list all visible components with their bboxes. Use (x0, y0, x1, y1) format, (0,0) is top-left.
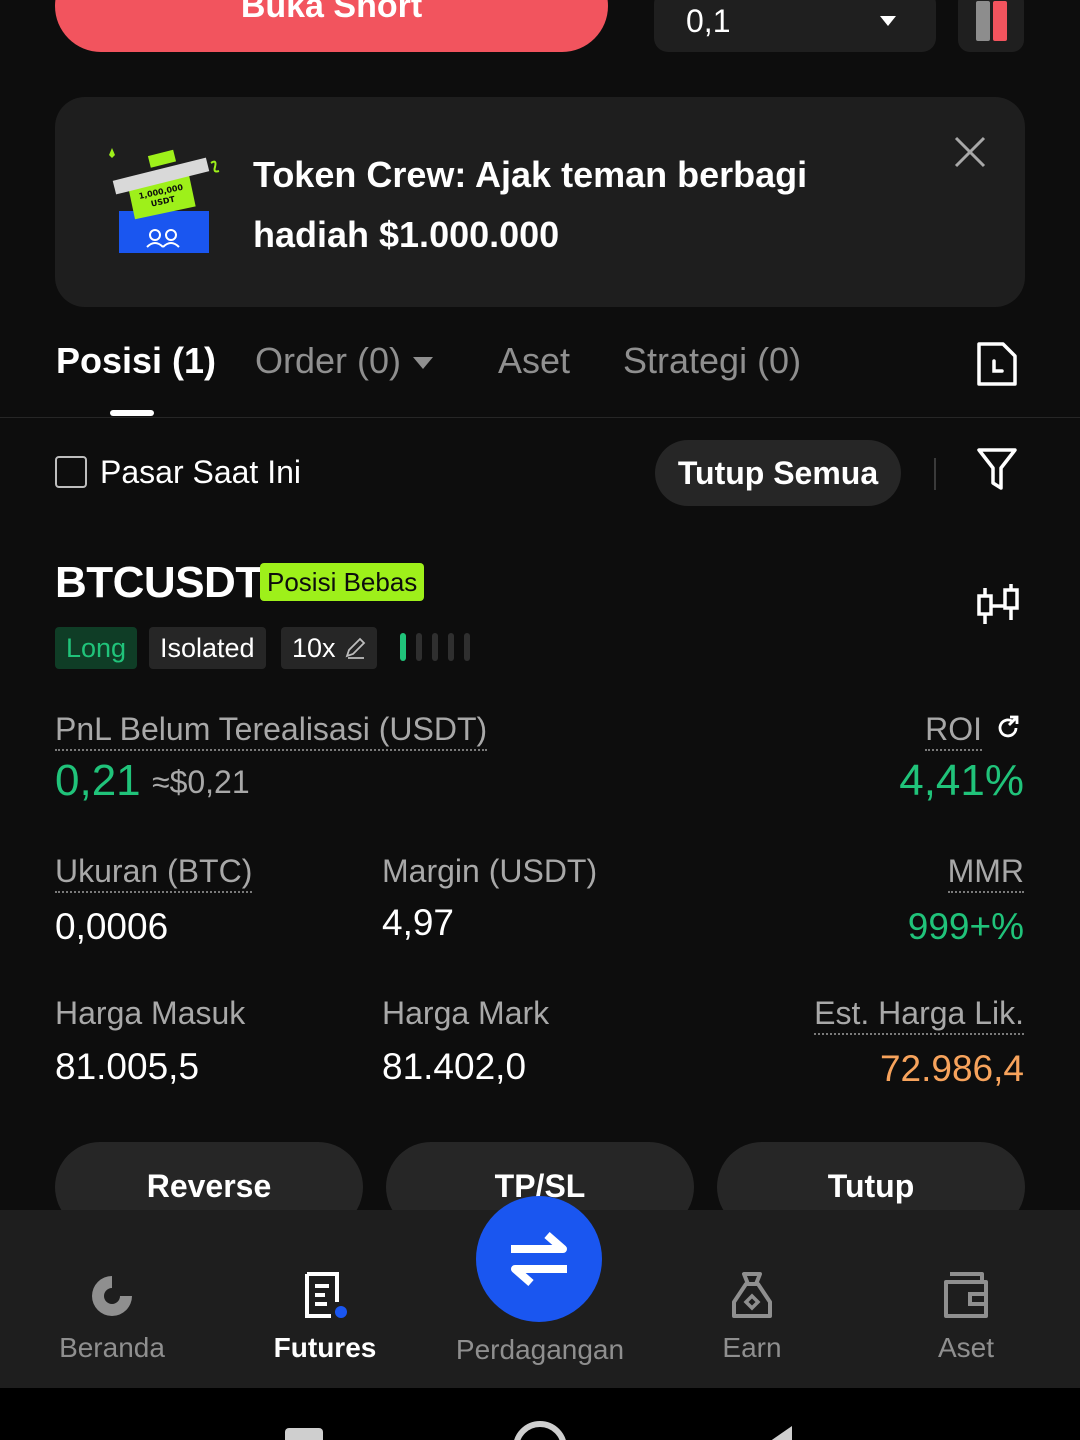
system-nav-icons (285, 1421, 792, 1440)
recents-icon (285, 1428, 323, 1440)
wallet-icon (944, 1272, 988, 1318)
margin-mode-tag[interactable]: Isolated (149, 627, 266, 669)
mark-price-value: 81.402,0 (382, 1046, 527, 1087)
tab-strategies[interactable]: Strategi (0) (623, 340, 801, 382)
entry-price-value: 81.005,5 (55, 1046, 200, 1087)
current-market-checkbox[interactable] (55, 456, 87, 488)
size-value: 0,0006 (55, 906, 169, 947)
swap-icon (511, 1231, 567, 1287)
trade-button[interactable] (476, 1196, 602, 1322)
leverage-tag[interactable]: 10x (281, 627, 377, 669)
home-logo-icon (92, 1276, 132, 1316)
size-label[interactable]: Ukuran (BTC) (55, 853, 253, 893)
orderbook-bid-icon (975, 1, 990, 41)
direction-tag: Long (55, 627, 138, 669)
entry-price-label: Harga Masuk (55, 995, 246, 1031)
quantity-value: 0,1 (686, 2, 731, 39)
home-icon (514, 1421, 566, 1440)
close-icon[interactable] (953, 135, 987, 169)
nav-assets-label: Aset (937, 1332, 995, 1363)
leverage-value: 10x (292, 633, 336, 663)
gift-box-icon: 1,000,000 USDT (109, 148, 220, 253)
tab-orders[interactable]: Order (0) (255, 340, 434, 382)
order-history-icon[interactable] (975, 340, 1019, 388)
margin-label: Margin (USDT) (382, 853, 598, 889)
open-short-button[interactable]: Buka Short (55, 0, 608, 52)
nav-assets[interactable]: Aset (866, 1270, 1066, 1364)
back-icon (771, 1426, 792, 1440)
nav-home[interactable]: Beranda (12, 1270, 212, 1364)
liquidation-price-label[interactable]: Est. Harga Lik. (814, 995, 1024, 1035)
position-tabs: Posisi (1) Order (0) Aset Strategi (0) (0, 330, 1080, 418)
futures-screen: Buka Short 0,1 1,000,000 USDT Token Crew… (0, 0, 1080, 1440)
nav-futures-label: Futures (273, 1332, 377, 1363)
close-all-button[interactable]: Tutup Semua (655, 440, 901, 506)
nav-earn[interactable]: Earn (652, 1270, 852, 1364)
risk-bar (400, 633, 406, 661)
risk-bar (464, 633, 470, 661)
position-mode-badge: Posisi Bebas (260, 563, 425, 601)
system-navigation-bar (0, 1388, 1080, 1440)
risk-level-meter (400, 633, 470, 661)
banner-title: Token Crew: Ajak teman berbagi hadiah $1… (253, 154, 808, 255)
tab-assets[interactable]: Aset (498, 340, 570, 382)
risk-bar (416, 633, 422, 661)
orderbook-view-toggle[interactable] (958, 0, 1024, 52)
caret-down-icon (880, 16, 896, 26)
candlestick-chart-icon[interactable] (975, 582, 1021, 630)
orderbook-ask-icon (992, 1, 1007, 41)
tab-orders-label: Order (0) (255, 340, 402, 381)
divider (934, 458, 936, 490)
current-market-label[interactable]: Pasar Saat Ini (100, 454, 301, 491)
filter-icon[interactable] (976, 446, 1018, 492)
share-icon[interactable] (995, 715, 1021, 741)
margin-value[interactable]: 4,97 (382, 902, 454, 944)
earn-bag-icon (732, 1272, 772, 1318)
quantity-select[interactable]: 0,1 (654, 0, 936, 52)
risk-bar (432, 633, 438, 661)
nav-home-label: Beranda (59, 1332, 165, 1363)
risk-bar (448, 633, 454, 661)
pnl-label[interactable]: PnL Belum Terealisasi (USDT) (55, 711, 488, 751)
promo-banner[interactable]: 1,000,000 USDT Token Crew: Ajak teman be… (55, 97, 1025, 307)
futures-icon (305, 1272, 347, 1318)
roi-label[interactable]: ROI (925, 711, 982, 751)
nav-trade-label[interactable]: Perdagangan (440, 1334, 640, 1366)
tab-positions[interactable]: Posisi (1) (56, 340, 216, 382)
position-symbol[interactable]: BTCUSDT (55, 558, 262, 608)
mmr-value: 999+% (907, 906, 1024, 947)
roi-value: 4,41% (899, 756, 1024, 805)
edit-icon (345, 637, 365, 659)
liquidation-price-value: 72.986,4 (879, 1048, 1024, 1089)
mark-price-label: Harga Mark (382, 995, 550, 1031)
pnl-usd-value: ≈$0,21 (152, 764, 250, 800)
nav-futures[interactable]: Futures (225, 1270, 425, 1364)
mmr-label[interactable]: MMR (947, 853, 1024, 893)
pnl-value: 0,21 (55, 756, 141, 805)
active-tab-indicator (110, 410, 154, 416)
nav-earn-label: Earn (722, 1332, 782, 1363)
caret-down-icon (413, 357, 434, 370)
